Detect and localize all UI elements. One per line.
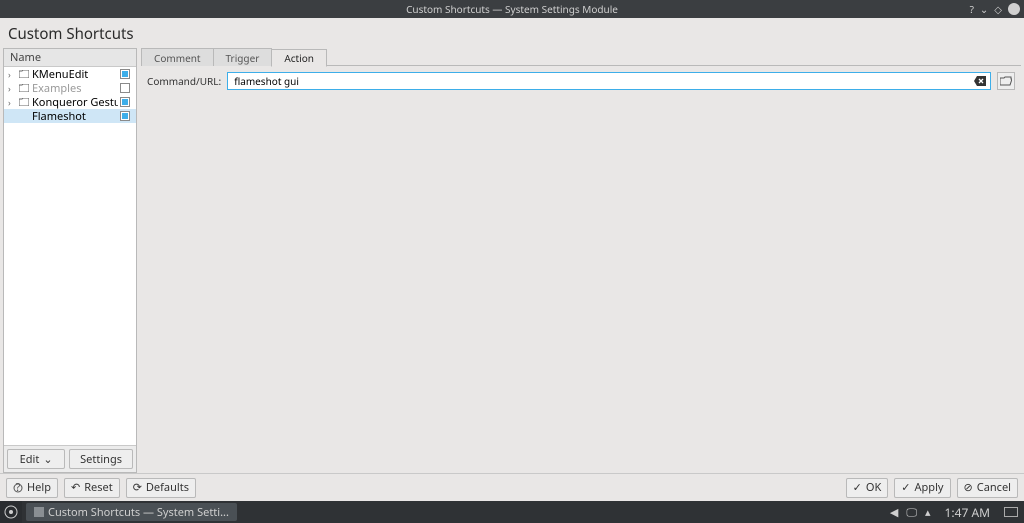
apply-button-label: Apply [915, 480, 944, 495]
system-tray: ◀ 🖵 ▴ 1:47 AM [890, 504, 1024, 521]
tree-item-label: KMenuEdit [30, 67, 118, 82]
volume-icon[interactable]: ◀ [890, 505, 898, 520]
system-taskbar: Custom Shortcuts — System Setti... ◀ 🖵 ▴… [0, 501, 1024, 523]
help-circle-icon: ? [13, 483, 23, 493]
command-url-row: Command/URL: [147, 72, 1015, 90]
tree-header-name[interactable]: Name [4, 49, 136, 67]
help-button-label: Help [27, 480, 51, 495]
tree-item-kmenuedit[interactable]: › KMenuEdit [4, 67, 136, 81]
tree-item-label: Flameshot [30, 109, 118, 124]
svg-text:?: ? [16, 483, 21, 493]
window-titlebar: Custom Shortcuts — System Settings Modul… [0, 0, 1024, 18]
cancel-icon: ⊘ [964, 480, 973, 495]
undo-icon: ↶ [71, 480, 80, 495]
tab-action[interactable]: Action [271, 49, 327, 67]
dialog-button-bar: ? Help ↶ Reset ⟳ Defaults ✓ OK ✓ Apply ⊘… [0, 473, 1024, 501]
tree-item-checkbox[interactable] [118, 97, 132, 107]
tab-bar: CommentTriggerAction [141, 48, 1021, 66]
reset-button[interactable]: ↶ Reset [64, 478, 120, 498]
defaults-button[interactable]: ⟳ Defaults [126, 478, 196, 498]
window-title: Custom Shortcuts — System Settings Modul… [406, 2, 618, 16]
expand-arrow-icon[interactable]: › [8, 96, 18, 109]
folder-icon [18, 98, 30, 106]
tree-item-checkbox[interactable] [118, 111, 132, 121]
clear-input-icon[interactable] [973, 74, 987, 88]
clock[interactable]: 1:47 AM [945, 504, 990, 521]
edit-button-label: Edit [20, 452, 40, 467]
tray-chevron-icon[interactable]: ▴ [925, 505, 931, 520]
expand-arrow-icon[interactable]: › [8, 82, 18, 95]
tab-trigger[interactable]: Trigger [213, 48, 273, 66]
tree-item-label: Konqueror Gestures [30, 95, 118, 110]
tree-item-checkbox[interactable] [118, 83, 132, 93]
kde-logo-icon [4, 505, 18, 519]
check-icon: ✓ [853, 480, 862, 495]
browse-button[interactable] [997, 72, 1015, 90]
folder-icon [18, 84, 30, 92]
action-panel: Command/URL: [141, 66, 1021, 473]
taskbar-entry-label: Custom Shortcuts — System Setti... [48, 505, 229, 520]
expand-arrow-icon[interactable]: › [8, 68, 18, 81]
defaults-button-label: Defaults [146, 480, 189, 495]
command-url-input-wrap [227, 72, 991, 90]
folder-icon [18, 70, 30, 78]
tree-item-examples[interactable]: › Examples [4, 81, 136, 95]
help-icon[interactable]: ? [970, 2, 974, 16]
ok-button[interactable]: ✓ OK [846, 478, 889, 498]
cancel-button-label: Cancel [977, 480, 1011, 495]
page-title: Custom Shortcuts [0, 18, 1024, 48]
window-icon [34, 507, 44, 517]
shortcut-tree-panel: Name › KMenuEdit › Examples › Konqueror Gestu… [3, 48, 137, 473]
tree-item-label: Examples [30, 81, 118, 96]
menu-chevron-icon[interactable]: ⌄ [980, 2, 988, 16]
tree-item-konqueror-gestures[interactable]: › Konqueror Gestures [4, 95, 136, 109]
start-menu-button[interactable] [0, 501, 22, 523]
check-icon: ✓ [901, 480, 910, 495]
tree-item-flameshot[interactable]: Flameshot [4, 109, 136, 123]
ok-button-label: OK [866, 480, 881, 495]
taskbar-entry[interactable]: Custom Shortcuts — System Setti... [26, 503, 237, 521]
chevron-down-icon: ⌄ [43, 452, 52, 467]
command-url-input[interactable] [227, 72, 991, 90]
cancel-button[interactable]: ⊘ Cancel [957, 478, 1018, 498]
shortcut-tree[interactable]: › KMenuEdit › Examples › Konqueror GesturesFl… [4, 67, 136, 445]
window-controls: ? ⌄ ◇ ✕ [970, 0, 1020, 18]
detail-panel: CommentTriggerAction Command/URL: [141, 48, 1021, 473]
settings-button[interactable]: Settings [69, 449, 133, 469]
reset-button-label: Reset [84, 480, 113, 495]
settings-button-label: Settings [80, 452, 122, 467]
tree-button-bar: Edit ⌄ Settings [4, 445, 136, 472]
close-icon[interactable]: ✕ [1008, 3, 1020, 15]
tree-item-checkbox[interactable] [118, 69, 132, 79]
show-desktop-button[interactable] [1004, 507, 1018, 517]
refresh-icon: ⟳ [133, 480, 142, 495]
apply-button[interactable]: ✓ Apply [894, 478, 950, 498]
network-icon[interactable]: 🖵 [906, 505, 917, 520]
minimize-icon[interactable]: ◇ [994, 2, 1002, 16]
edit-button[interactable]: Edit ⌄ [7, 449, 65, 469]
folder-open-icon [1000, 76, 1012, 86]
main-area: Name › KMenuEdit › Examples › Konqueror Gestu… [0, 48, 1024, 473]
tab-comment[interactable]: Comment [141, 48, 214, 66]
command-url-label: Command/URL: [147, 74, 221, 88]
help-button[interactable]: ? Help [6, 478, 58, 498]
